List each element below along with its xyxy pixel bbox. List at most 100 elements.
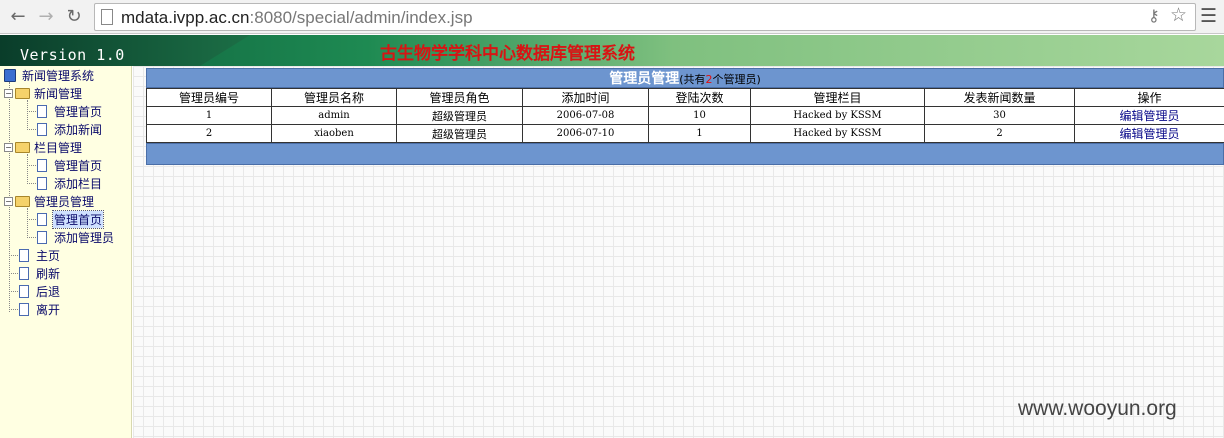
table-header-row: 管理员编号 管理员名称 管理员角色 添加时间 登陆次数 管理栏目 发表新闻数量 … <box>146 88 1224 107</box>
browser-toolbar: ← → ↻ mdata.ivpp.ac.cn:8080/special/admi… <box>0 0 1224 34</box>
admin-panel: 管理员管理(共有2个管理员) 管理员编号 管理员名称 管理员角色 添加时间 登陆… <box>146 68 1224 165</box>
tree-group-admins[interactable]: − 管理员管理 <box>4 192 95 210</box>
reload-icon[interactable]: ↻ <box>62 5 86 29</box>
document-icon <box>37 212 47 226</box>
tree-link-label: 离开 <box>36 302 61 317</box>
edit-admin-link[interactable]: 编辑管理员 <box>1119 109 1179 123</box>
folder-open-icon <box>15 87 30 99</box>
tree-item-columns-home[interactable]: 管理首页 <box>37 156 103 174</box>
computer-icon <box>4 68 16 82</box>
tree-root-label: 新闻管理系统 <box>22 68 95 83</box>
folder-open-icon <box>15 195 30 207</box>
count-prefix: (共有 <box>679 73 706 86</box>
tree-connector <box>27 100 28 128</box>
collapse-icon[interactable]: − <box>4 88 13 98</box>
tree-item-label: 管理首页 <box>51 209 105 229</box>
cell-news-count: 2 <box>924 124 1075 143</box>
cell-date: 2006-07-08 <box>522 106 649 125</box>
key-icon[interactable]: ⚷ <box>1148 6 1160 25</box>
count-number: 2 <box>705 73 713 86</box>
tree-connector <box>27 183 36 184</box>
admin-table: 管理员编号 管理员名称 管理员角色 添加时间 登陆次数 管理栏目 发表新闻数量 … <box>146 88 1224 143</box>
cell-action: 编辑管理员 <box>1074 106 1224 125</box>
column-header: 登陆次数 <box>648 88 751 107</box>
tree-item-label: 管理首页 <box>54 158 103 173</box>
tree-connector <box>27 208 28 236</box>
watermark: www.wooyun.org <box>1018 397 1177 420</box>
tree-group-label: 栏目管理 <box>34 140 83 155</box>
edit-admin-link[interactable]: 编辑管理员 <box>1119 127 1179 141</box>
tree-connector <box>9 291 18 292</box>
address-bar[interactable]: mdata.ivpp.ac.cn:8080/special/admin/inde… <box>94 3 1196 31</box>
tree-connector <box>27 219 36 220</box>
folder-open-icon <box>15 141 30 153</box>
tree-connector <box>27 129 36 130</box>
document-icon <box>37 158 47 172</box>
cell-columns: Hacked by KSSM <box>750 106 925 125</box>
table-row: 1 admin 超级管理员 2006-07-08 10 Hacked by KS… <box>146 106 1224 125</box>
tree-item-label: 添加栏目 <box>54 176 103 191</box>
tree-group-label: 新闻管理 <box>34 86 83 101</box>
tree-link-back[interactable]: 后退 <box>19 282 61 300</box>
document-icon <box>37 230 47 244</box>
bookmark-star-icon[interactable]: ☆ <box>1170 4 1187 26</box>
panel-footer-bar <box>146 143 1224 165</box>
cell-role: 超级管理员 <box>396 106 523 125</box>
tree-item-add-news[interactable]: 添加新闻 <box>37 120 103 138</box>
cell-date: 2006-07-10 <box>522 124 649 143</box>
document-icon <box>19 284 29 298</box>
tree-item-add-column[interactable]: 添加栏目 <box>37 174 103 192</box>
table-row: 2 xiaoben 超级管理员 2006-07-10 1 Hacked by K… <box>146 124 1224 143</box>
tree-item-label: 添加管理员 <box>54 230 115 245</box>
cell-role: 超级管理员 <box>396 124 523 143</box>
cell-name: admin <box>271 106 397 125</box>
tree-group-columns[interactable]: − 栏目管理 <box>4 138 83 156</box>
main-content: 管理员管理(共有2个管理员) 管理员编号 管理员名称 管理员角色 添加时间 登陆… <box>133 66 1224 438</box>
tree-root[interactable]: 新闻管理系统 <box>4 66 95 84</box>
tree-link-label: 刷新 <box>36 266 61 281</box>
tree-item-news-home[interactable]: 管理首页 <box>37 102 103 120</box>
app-header: Version 1.0 古生物学学科中心数据库管理系统 <box>0 35 1224 66</box>
collapse-icon[interactable]: − <box>4 142 13 152</box>
cell-logins: 10 <box>648 106 751 125</box>
tree-item-label: 管理首页 <box>54 104 103 119</box>
tree-link-label: 后退 <box>36 284 61 299</box>
menu-icon[interactable]: ☰ <box>1200 5 1217 27</box>
tree-connector <box>9 309 18 310</box>
collapse-icon[interactable]: − <box>4 196 13 206</box>
cell-id: 1 <box>146 106 272 125</box>
tree-link-refresh[interactable]: 刷新 <box>19 264 61 282</box>
url-host: mdata.ivpp.ac.cn <box>121 8 250 27</box>
tree-link-exit[interactable]: 离开 <box>19 300 61 318</box>
tree-group-label: 管理员管理 <box>34 194 95 209</box>
panel-title-bar: 管理员管理(共有2个管理员) <box>146 68 1224 88</box>
tree-connector <box>9 255 18 256</box>
column-header: 发表新闻数量 <box>924 88 1075 107</box>
document-icon <box>37 176 47 190</box>
page-icon <box>101 9 113 25</box>
tree-item-admins-home[interactable]: 管理首页 <box>37 209 105 229</box>
document-icon <box>37 122 47 136</box>
tree-connector <box>9 273 18 274</box>
cell-id: 2 <box>146 124 272 143</box>
document-icon <box>19 302 29 316</box>
cell-action: 编辑管理员 <box>1074 124 1224 143</box>
tree-link-home[interactable]: 主页 <box>19 246 61 264</box>
document-icon <box>37 104 47 118</box>
forward-arrow-icon[interactable]: → <box>34 5 58 29</box>
back-arrow-icon[interactable]: ← <box>6 5 30 29</box>
column-header: 管理栏目 <box>750 88 925 107</box>
panel-title: 管理员管理 <box>609 71 680 87</box>
tree-connector <box>27 154 28 182</box>
document-icon <box>19 266 29 280</box>
cell-logins: 1 <box>648 124 751 143</box>
cell-name: xiaoben <box>271 124 397 143</box>
sidebar-tree: 新闻管理系统 − 新闻管理 管理首页 添加新闻 − 栏目管理 管理首页 添加栏目… <box>0 66 132 438</box>
tree-group-news[interactable]: − 新闻管理 <box>4 84 83 102</box>
tree-connector <box>27 237 36 238</box>
tree-item-add-admin[interactable]: 添加管理员 <box>37 228 115 246</box>
url-text[interactable]: mdata.ivpp.ac.cn:8080/special/admin/inde… <box>121 8 473 28</box>
system-title: 古生物学学科中心数据库管理系统 <box>380 44 635 64</box>
tree-connector <box>27 165 36 166</box>
version-label: Version 1.0 <box>20 46 125 64</box>
